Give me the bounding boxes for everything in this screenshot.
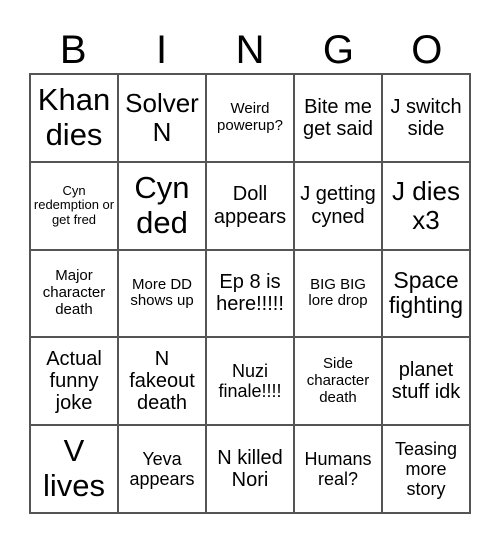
bingo-cell[interactable]: Cyn redemption or get fred bbox=[30, 161, 118, 250]
bingo-cell[interactable]: Actual funny joke bbox=[30, 337, 118, 426]
bingo-cell[interactable]: Yeva appears bbox=[118, 425, 206, 513]
bingo-cell[interactable]: planet stuff idk bbox=[382, 337, 470, 426]
header-letter-g: G bbox=[322, 28, 354, 72]
bingo-cell[interactable]: Solver N bbox=[118, 74, 206, 162]
bingo-cell[interactable]: V lives bbox=[30, 425, 118, 513]
bingo-cell[interactable]: Khan dies bbox=[30, 74, 118, 162]
bingo-cell[interactable]: Space fighting bbox=[382, 249, 470, 338]
header-letter-i: I bbox=[156, 28, 168, 72]
bingo-cell[interactable]: J switch side bbox=[382, 74, 470, 162]
bingo-cell[interactable]: Nuzi finale!!!! bbox=[206, 337, 294, 426]
bingo-cell[interactable]: Cyn ded bbox=[118, 161, 206, 250]
bingo-cell[interactable]: N fakeout death bbox=[118, 337, 206, 426]
bingo-cell[interactable]: Side character death bbox=[294, 337, 382, 426]
bingo-cell-center[interactable]: Ep 8 is here!!!!! bbox=[206, 249, 294, 338]
header-letter-b: B bbox=[59, 28, 87, 72]
bingo-cell[interactable]: J getting cyned bbox=[294, 161, 382, 250]
bingo-cell[interactable]: Weird powerup? bbox=[206, 74, 294, 162]
header-letter-o: O bbox=[411, 28, 443, 72]
bingo-cell[interactable]: Teasing more story bbox=[382, 425, 470, 513]
bingo-cell[interactable]: Doll appears bbox=[206, 161, 294, 250]
bingo-cell[interactable]: Major character death bbox=[30, 249, 118, 338]
bingo-cell[interactable]: Bite me get said bbox=[294, 74, 382, 162]
header-letter-n: N bbox=[235, 28, 265, 72]
bingo-cell[interactable]: More DD shows up bbox=[118, 249, 206, 338]
bingo-cell[interactable]: BIG BIG lore drop bbox=[294, 249, 382, 338]
bingo-header: B I N G O bbox=[29, 28, 471, 73]
bingo-cell[interactable]: J dies x3 bbox=[382, 161, 470, 250]
bingo-cell[interactable]: N killed Nori bbox=[206, 425, 294, 513]
bingo-board: Khan dies Solver N Weird powerup? Bite m… bbox=[29, 73, 471, 514]
bingo-cell[interactable]: Humans real? bbox=[294, 425, 382, 513]
